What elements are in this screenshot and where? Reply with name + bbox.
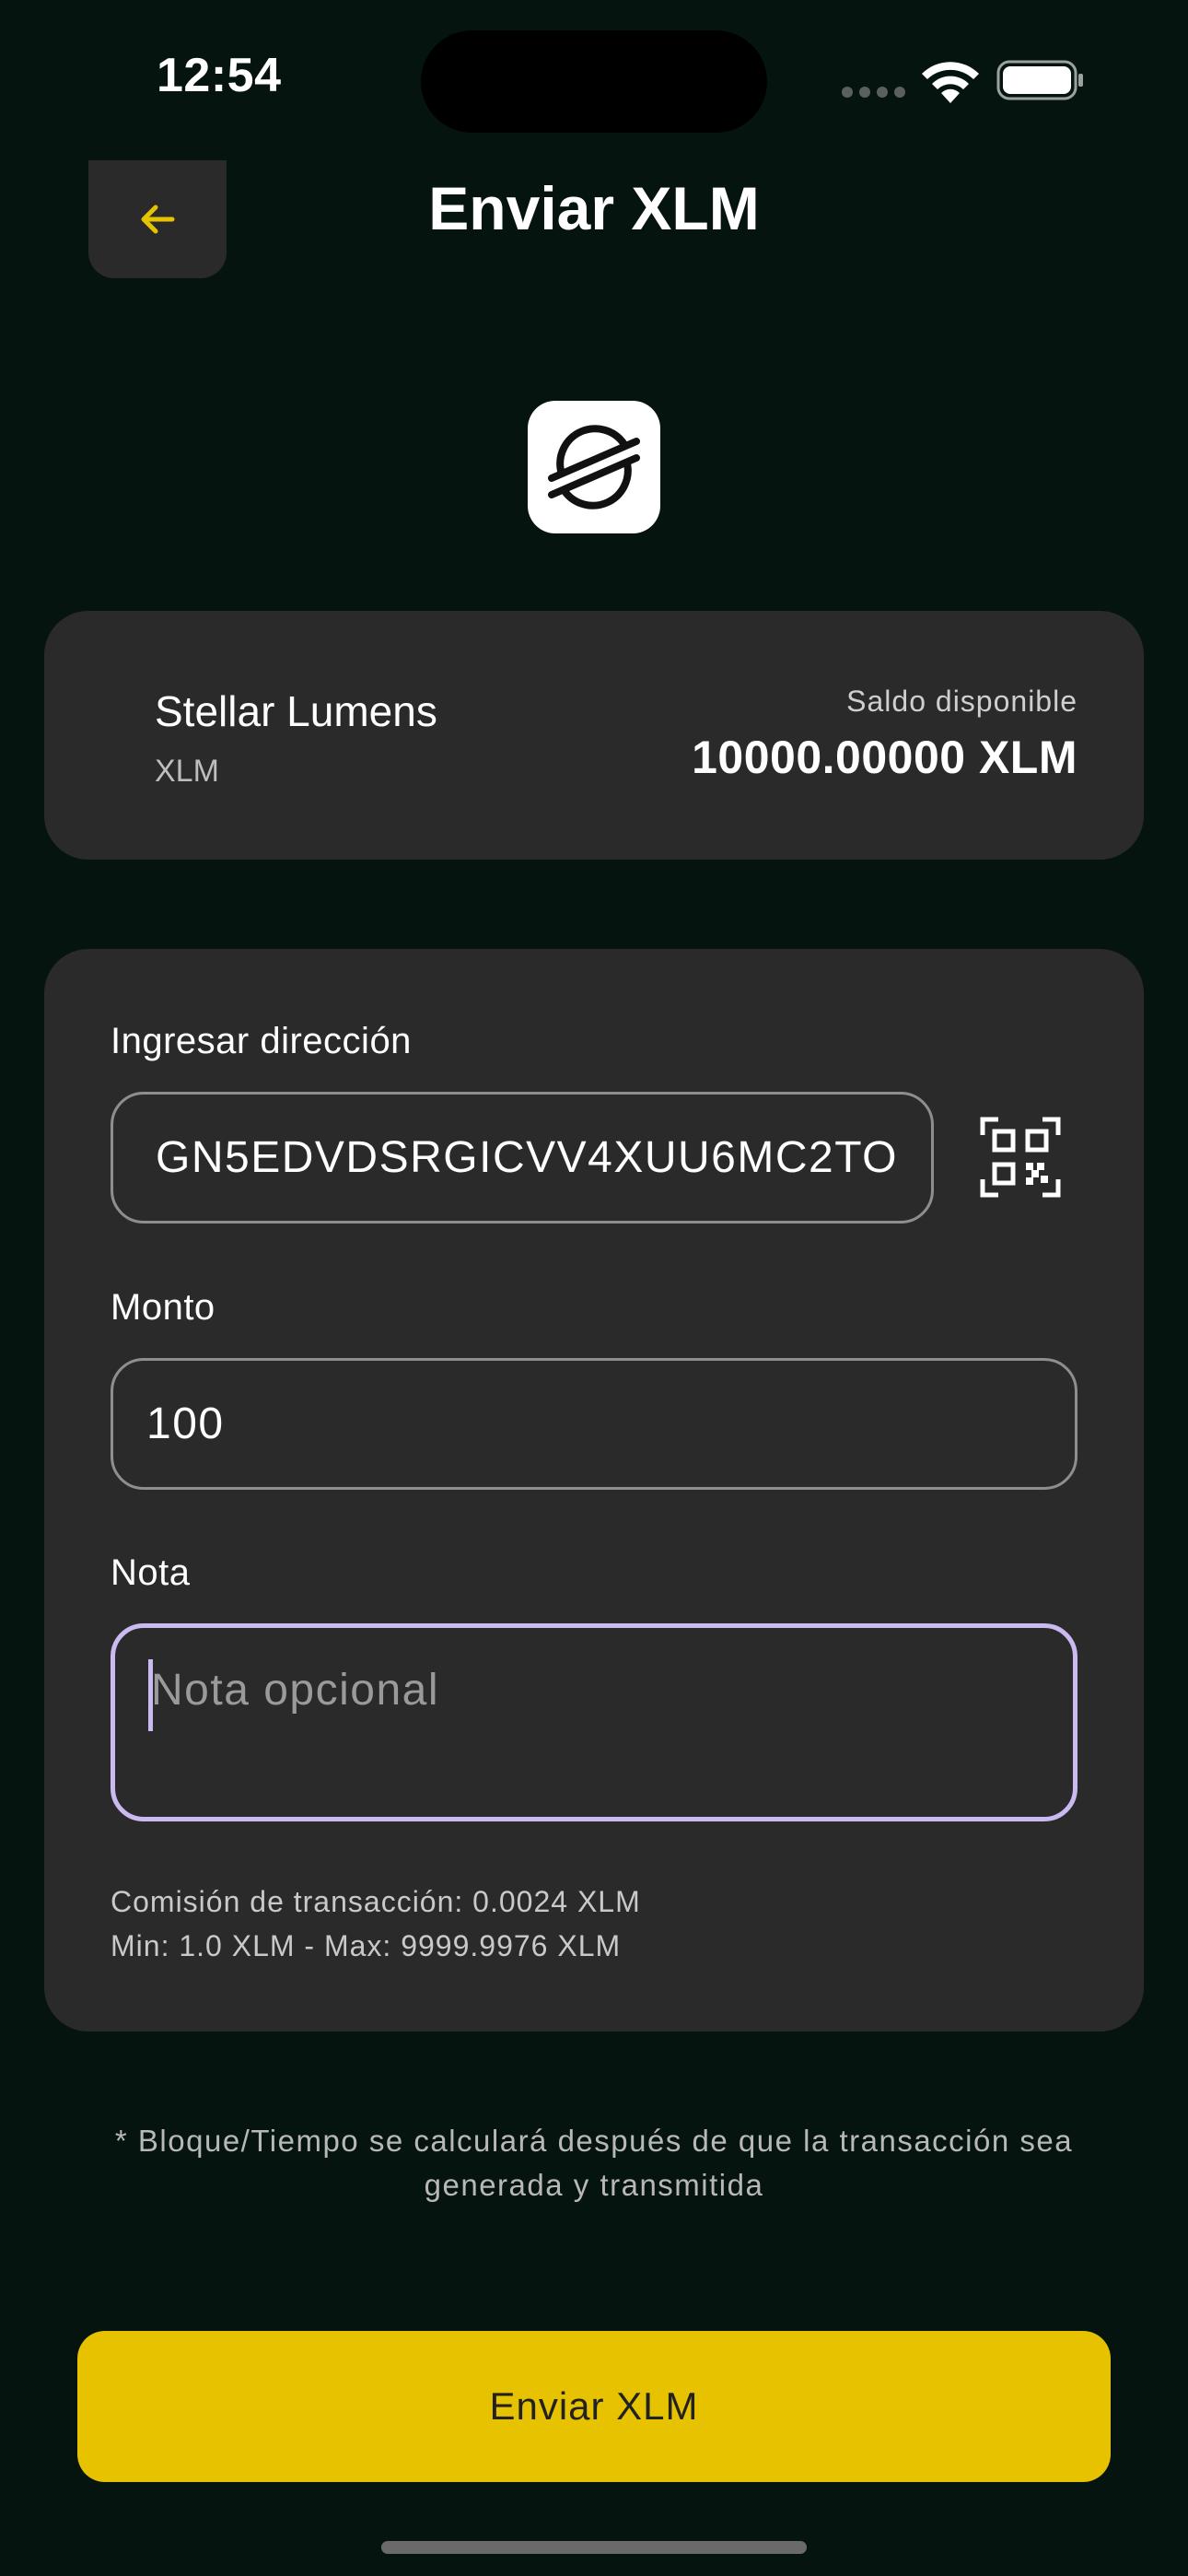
footnote: * Bloque/Tiempo se calculará después de … bbox=[55, 2119, 1133, 2207]
qr-scan-icon[interactable] bbox=[980, 1117, 1061, 1198]
balance-value: 10000.00000 XLM bbox=[692, 732, 1077, 783]
amount-input[interactable]: 100 bbox=[111, 1358, 1077, 1490]
cellular-signal-icon bbox=[842, 86, 912, 98]
address-label: Ingresar dirección bbox=[111, 1021, 412, 1061]
battery-icon bbox=[996, 60, 1083, 100]
footnote-line-1: * Bloque/Tiempo se calculará después de … bbox=[114, 2124, 1074, 2158]
note-placeholder: Nota opcional bbox=[151, 1666, 440, 1715]
send-button-label: Enviar XLM bbox=[489, 2384, 699, 2428]
dynamic-island bbox=[421, 30, 767, 133]
balance-label: Saldo disponible bbox=[846, 685, 1077, 718]
amount-label: Monto bbox=[111, 1287, 215, 1328]
note-label: Nota bbox=[111, 1552, 191, 1593]
footnote-line-2: generada y transmitida bbox=[424, 2168, 764, 2202]
status-time: 12:54 bbox=[157, 49, 282, 102]
fee-line: Comisión de transacción: 0.0024 XLM bbox=[111, 1885, 641, 1918]
send-button[interactable]: Enviar XLM bbox=[77, 2331, 1111, 2482]
wifi-icon bbox=[922, 62, 979, 103]
asset-ticker: XLM bbox=[155, 754, 219, 789]
note-input[interactable]: Nota opcional bbox=[111, 1623, 1077, 1821]
asset-name: Stellar Lumens bbox=[155, 687, 437, 735]
address-value: GN5EDVDSRGICVV4XUU6MC2TO bbox=[156, 1133, 898, 1182]
asset-card: Stellar Lumens XLM Saldo disponible 1000… bbox=[44, 611, 1144, 860]
fee-info: Comisión de transacción: 0.0024 XLM Min:… bbox=[111, 1879, 641, 1968]
home-indicator bbox=[381, 2541, 807, 2554]
limits-line: Min: 1.0 XLM - Max: 9999.9976 XLM bbox=[111, 1929, 622, 1962]
stellar-logo-icon bbox=[528, 401, 660, 533]
send-form: Ingresar dirección GN5EDVDSRGICVV4XUU6MC… bbox=[44, 949, 1144, 2032]
amount-value: 100 bbox=[146, 1399, 225, 1448]
address-input[interactable]: GN5EDVDSRGICVV4XUU6MC2TO bbox=[111, 1092, 934, 1224]
page-title: Enviar XLM bbox=[428, 174, 760, 242]
